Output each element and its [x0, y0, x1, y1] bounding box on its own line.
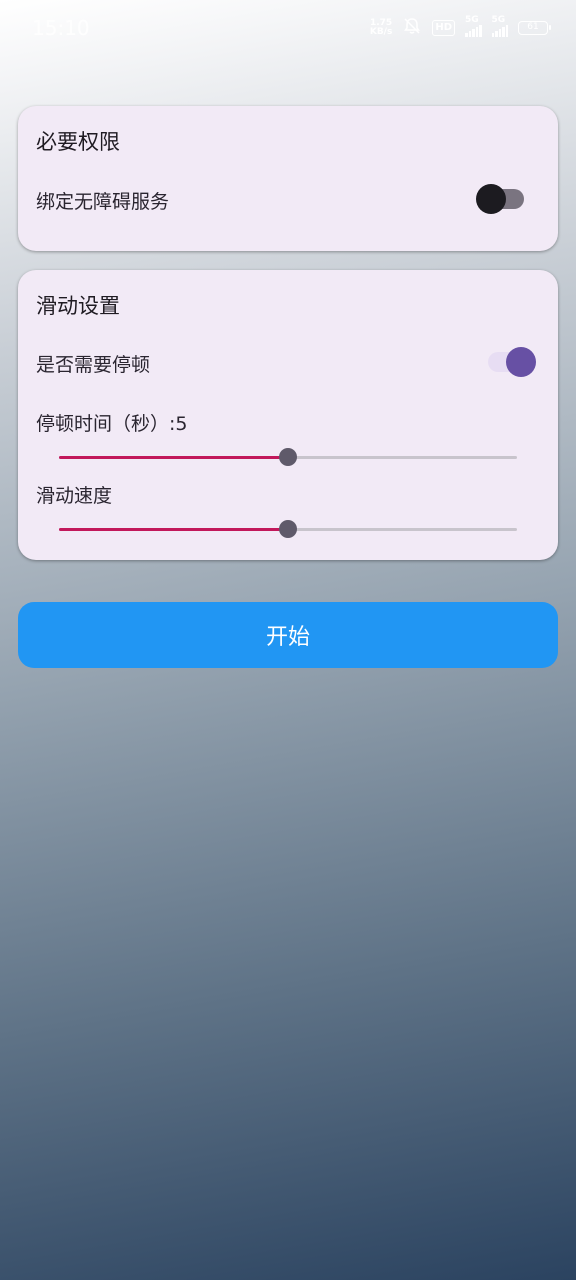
hd-icon: HD [432, 20, 455, 36]
bell-off-icon [402, 16, 422, 40]
signal-icon: 5G [491, 15, 508, 37]
switch-thumb [476, 184, 506, 214]
pause-time-label: 停顿时间（秒）:5 [36, 413, 188, 435]
speed-slider[interactable] [59, 514, 517, 544]
signal-label: 5G [491, 15, 506, 25]
permissions-title: 必要权限 [36, 130, 120, 154]
start-button[interactable]: 开始 [18, 602, 558, 668]
slider-active-track [59, 456, 288, 459]
status-bar: 15:10 1.75 KB/s HD 5G 5G 61 [0, 0, 576, 58]
slider-thumb[interactable] [279, 520, 297, 538]
status-time: 15:10 [32, 16, 90, 40]
pause-switch[interactable] [488, 347, 538, 377]
slider-active-track [59, 528, 288, 531]
speed-label: 滑动速度 [36, 485, 113, 507]
slider-thumb[interactable] [279, 448, 297, 466]
switch-thumb [506, 347, 536, 377]
accessibility-label: 绑定无障碍服务 [36, 191, 170, 213]
signal-label: 5G [465, 15, 479, 25]
swipe-settings-title: 滑动设置 [36, 294, 120, 318]
status-icons: 1.75 KB/s HD 5G 5G 61 [370, 15, 551, 40]
network-speed-unit: KB/s [369, 27, 393, 37]
network-speed: 1.75 KB/s [370, 19, 392, 37]
permissions-card: 必要权限 绑定无障碍服务 [18, 106, 558, 251]
signal-icon: 5G [465, 15, 482, 37]
accessibility-switch[interactable] [476, 184, 526, 214]
pause-time-slider[interactable] [59, 442, 517, 472]
swipe-settings-card: 滑动设置 是否需要停顿 停顿时间（秒）:5 滑动速度 [18, 270, 558, 560]
battery-icon: 61 [518, 21, 551, 35]
pause-label: 是否需要停顿 [36, 354, 151, 376]
